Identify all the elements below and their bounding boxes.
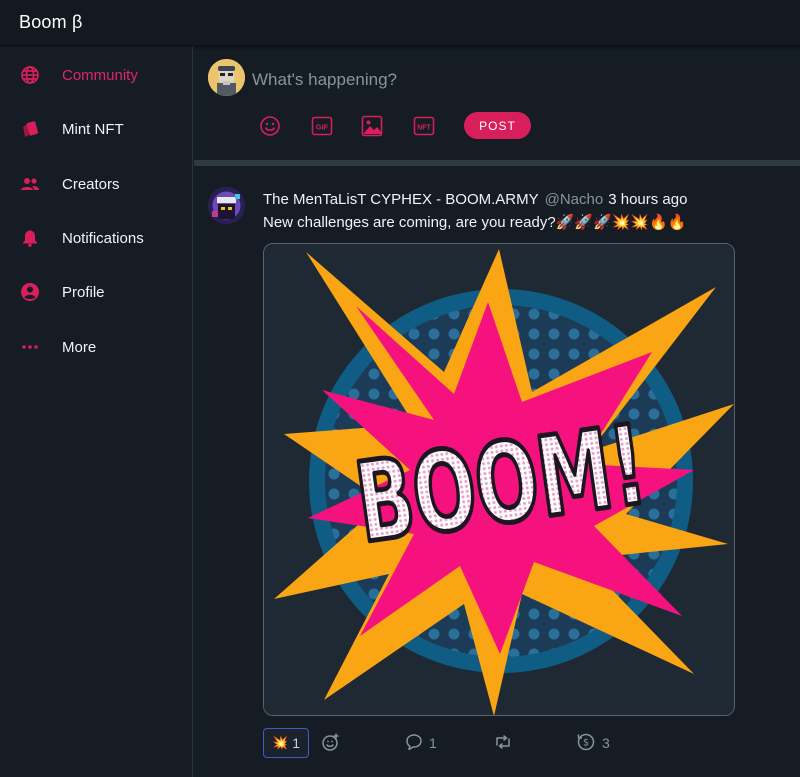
sidebar-item-label: Notifications (62, 229, 144, 247)
profile-icon (20, 282, 40, 302)
svg-text:$: $ (583, 737, 589, 748)
reaction-count: 1 (292, 735, 300, 751)
sidebar-item-profile[interactable]: Profile (0, 272, 193, 312)
post-actions: 💥 1 1 $ 3 (263, 728, 735, 758)
sidebar-item-more[interactable]: More (0, 327, 193, 367)
globe-icon (20, 65, 40, 85)
post-time: 3 hours ago (608, 191, 688, 208)
author-avatar[interactable] (208, 187, 245, 224)
sidebar-item-label: Community (62, 66, 138, 84)
repost-icon (494, 733, 512, 754)
add-reaction-button[interactable] (321, 732, 341, 754)
sidebar-item-label: Profile (62, 283, 105, 301)
reaction-chip[interactable]: 💥 1 (263, 728, 309, 758)
compose-input[interactable] (252, 65, 672, 95)
repost-button[interactable] (494, 732, 512, 754)
sidebar-item-mint-nft[interactable]: Mint NFT (0, 109, 193, 149)
sidebar-item-notifications[interactable]: Notifications (0, 218, 193, 258)
sidebar-item-community[interactable]: Community (0, 55, 193, 95)
post-header: The MenTaLisT CYPHEX - BOOM.ARMY @Nacho 3 … (263, 191, 687, 208)
tip-button[interactable]: $ 3 (576, 732, 610, 754)
image-icon[interactable] (360, 114, 384, 138)
comment-count: 1 (429, 735, 437, 751)
post-card: The MenTaLisT CYPHEX - BOOM.ARMY @Nacho 3 … (194, 166, 800, 777)
tip-count: 3 (602, 735, 610, 751)
avatar[interactable] (208, 59, 245, 96)
add-emoji-icon (321, 732, 341, 755)
sidebar-item-label: More (62, 338, 97, 356)
nft-icon[interactable]: NFT (412, 114, 436, 138)
sidebar-item-label: Creators (62, 175, 120, 193)
author-name[interactable]: The MenTaLisT CYPHEX - BOOM.ARMY (263, 191, 539, 208)
post-button[interactable]: POST (464, 112, 531, 139)
nft-label: NFT (417, 125, 431, 132)
cards-icon (20, 119, 40, 139)
sidebar-item-label: Mint NFT (62, 120, 124, 138)
sidebar: Community Mint NFT Creators Notification… (0, 47, 193, 777)
post-image[interactable]: BOOM! (263, 243, 735, 716)
app-title: Boom β (19, 12, 83, 32)
tip-coin-icon: $ (576, 732, 596, 755)
emoji-icon[interactable] (258, 114, 282, 138)
comment-button[interactable]: 1 (405, 732, 437, 754)
post-text: New challenges are coming, are you ready… (263, 214, 687, 231)
bell-icon (20, 228, 40, 248)
comment-icon (405, 733, 423, 754)
more-dots-icon (20, 337, 40, 357)
sidebar-item-creators[interactable]: Creators (0, 164, 193, 204)
author-handle[interactable]: @Nacho (545, 191, 604, 208)
compose-box: GIF NFT POST (194, 47, 800, 161)
main-feed: GIF NFT POST The MenTaLisT CYPHEX - BOO (194, 47, 800, 777)
top-bar: Boom β (0, 0, 800, 46)
explosion-icon: 💥 (272, 735, 289, 750)
gif-label: GIF (316, 123, 329, 132)
gif-icon[interactable]: GIF (310, 114, 334, 138)
people-icon (20, 174, 40, 194)
